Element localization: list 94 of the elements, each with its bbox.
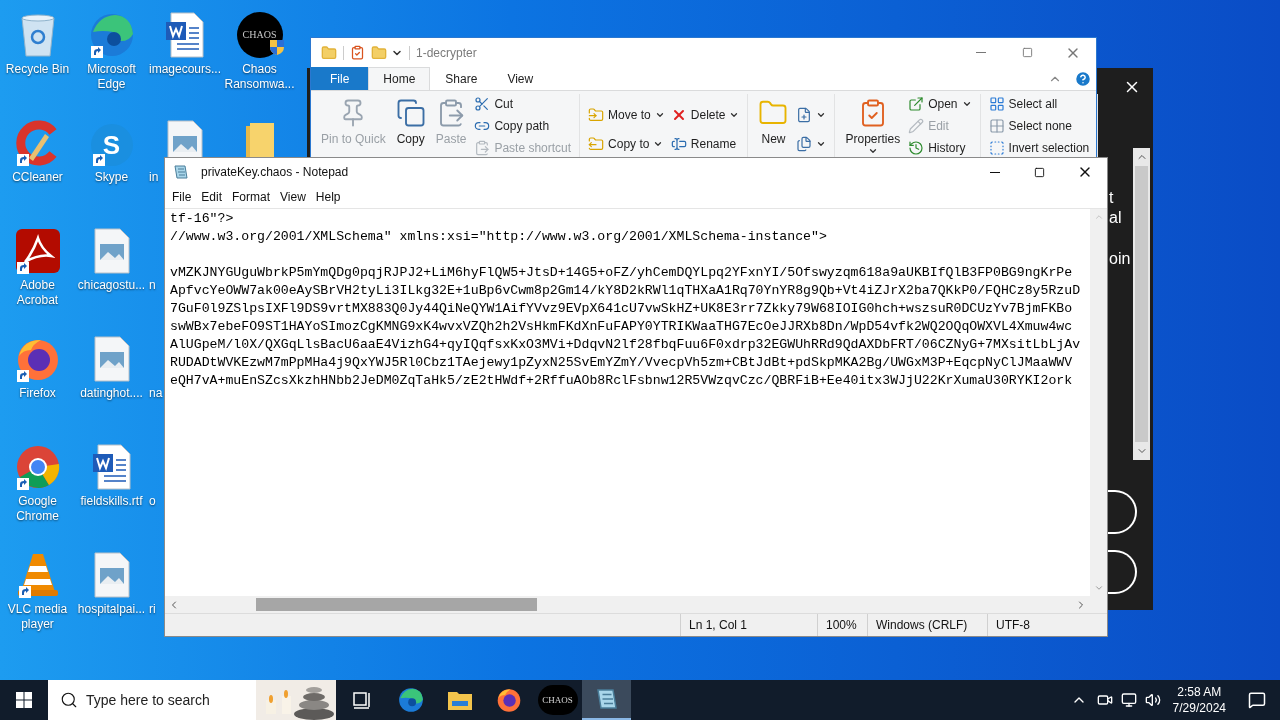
menu-item[interactable]: Format xyxy=(227,188,276,206)
folder-arrow-icon xyxy=(588,107,605,123)
logo-letter: S xyxy=(102,132,121,158)
ribbon-button[interactable]: New xyxy=(754,94,793,146)
copy-icon xyxy=(395,98,426,128)
chrome-logo-icon xyxy=(14,444,61,490)
menu-item[interactable]: View xyxy=(275,188,311,206)
network-icon[interactable] xyxy=(1120,692,1137,708)
firefox-logo-icon xyxy=(495,687,522,713)
document-plus-icon xyxy=(796,107,813,123)
ribbon-button[interactable]: Copy path xyxy=(472,116,552,136)
documents-icon xyxy=(796,136,813,152)
ribbon-button[interactable]: Delete xyxy=(668,105,742,125)
text-line: eQH7vA+muEnSZcsXkzhHNbb2JeDM0ZqTaHk5/zE2tHWdf+2RffuAOb8RclFsbnw12R5VWzqvCzc/QBRFiB+Ee40itx3WJjU22KrXumaU30RYKI2ork xyxy=(170,372,1073,390)
ribbon-tab[interactable]: Share xyxy=(430,67,493,90)
ribbon-tab[interactable]: Home xyxy=(368,67,431,90)
maximize-icon xyxy=(1034,166,1045,178)
horizontal-scrollbar[interactable] xyxy=(165,596,1107,613)
word-document-icon xyxy=(91,444,132,490)
text-line: AlUGpeM/l0X/QXGqLlsBacU6aaE4VizhG4+qyIQqfsxKxO3MVi+DdqvN2lf28fbqFuu6F0xdrp32EGWUhRRd9QdAXDbFRT/06CZNyG+7MXsitLbLjAv xyxy=(170,336,1081,354)
ribbon-tab[interactable]: View xyxy=(492,67,549,90)
shield-icon xyxy=(268,38,285,56)
scrollbar-thumb[interactable] xyxy=(256,598,537,611)
search-bar[interactable]: Type here to search xyxy=(48,680,336,720)
ribbon-button[interactable]: Copy xyxy=(391,94,430,146)
maximize-icon xyxy=(1021,47,1033,58)
text-line: //www.w3.org/2001/XMLSchema" xmlns:xsi="http://www.w3.org/2001/XMLSchema-instance"> xyxy=(170,228,827,246)
video-camera-icon[interactable] xyxy=(1096,692,1113,708)
text-line: RUDADtWVKEzwM7mPpMHa4j9QxYWJ5Rl0Cbz1TAejewy1pZyxN25SvEmYZmY/VvecpVh5zm+CBtJdBt+pdSkpMKA2Bg/UWGxM3P+EqcpNyClJMaaWWV xyxy=(170,354,1073,372)
edge-logo-icon xyxy=(88,12,135,58)
status-text: UTF-8 xyxy=(987,614,1087,636)
desktop-icon-label[interactable]: Chaos Ransomwa... xyxy=(222,62,297,92)
clock-time[interactable]: 2:58 AM xyxy=(1177,684,1222,700)
ribbon-button[interactable]: Properties xyxy=(841,94,905,156)
ribbon-button[interactable]: Select none xyxy=(986,116,1074,136)
window-title: 1-decrypter xyxy=(416,44,477,62)
open-icon xyxy=(908,96,925,112)
search-field[interactable]: Type here to search xyxy=(86,689,246,711)
text-line: tf-16"?> xyxy=(170,210,234,228)
minimize-icon xyxy=(976,52,986,53)
image-file-icon xyxy=(92,228,131,274)
taskbar-app-button[interactable]: CHAOS xyxy=(533,680,582,720)
notepad-icon xyxy=(173,164,189,180)
windows-logo-icon xyxy=(16,692,32,708)
status-text: 100% xyxy=(817,614,867,636)
help-icon[interactable] xyxy=(1074,69,1092,88)
taskbar-app-button[interactable] xyxy=(582,680,631,720)
text-fragment: al xyxy=(1109,208,1123,228)
image-file-icon xyxy=(92,336,131,382)
task-view-icon xyxy=(351,691,372,709)
clock-date[interactable]: 7/29/2024 xyxy=(1172,700,1226,716)
status-text: Windows (CRLF) xyxy=(867,614,987,636)
history-icon xyxy=(908,140,925,156)
menu-item[interactable]: Edit xyxy=(196,188,228,206)
ribbon-button[interactable]: Copy to xyxy=(586,134,666,154)
clipboard-icon xyxy=(474,140,491,156)
ribbon-button[interactable]: Cut xyxy=(472,94,516,114)
ribbon-button[interactable]: Open xyxy=(906,94,974,114)
ribbon-button[interactable]: Rename xyxy=(668,134,739,154)
scissors-icon xyxy=(474,96,491,112)
rename-icon xyxy=(670,136,687,152)
ribbon-button[interactable]: History xyxy=(906,138,968,158)
notepad-icon xyxy=(594,687,619,711)
grid-icon xyxy=(988,96,1005,112)
logo-text: CHAOS xyxy=(542,695,573,705)
ribbon-button[interactable]: Select all xyxy=(986,94,1060,114)
text-fragment: t xyxy=(1109,188,1115,208)
image-file-icon xyxy=(92,552,131,598)
menu-item[interactable]: Help xyxy=(310,188,346,206)
volume-icon[interactable] xyxy=(1144,692,1161,708)
edge-logo-icon xyxy=(397,687,424,713)
grid-outline-icon xyxy=(988,118,1005,134)
window-title: privateKey.chaos - Notepad xyxy=(201,164,349,181)
search-icon xyxy=(60,691,78,709)
menu-item[interactable]: File xyxy=(167,188,197,206)
notification-icon[interactable] xyxy=(1248,691,1266,709)
text-line: swWBx7ebeFO9ST1HAYoSImozCgKMNG9xK4wvxVZQh2h2VsHkmFKdXnFuFAPY0YTRIKWaaTHG7EcOeJJRXb8Dn/WpD54vfk2WQ2OQqOWXVL4Xmuw4wc xyxy=(170,318,1073,336)
logo-text: CHAOS xyxy=(242,30,277,40)
text-line: vMZKJNYGUguWbrkP5mYmQDg0pqjRJPJ2+LiM6hyFlQW5+JtsD+14G5+oFZ/yhCemDQYLpq2YFxnYI/5Ofswyzqm618a9aUKBIfQlB3FP0BG9ngKrPe xyxy=(170,264,1073,282)
acrobat-logo-icon xyxy=(14,228,61,274)
text-line: 7GuF0l9ZSlpsIXFl9DS9vrtMX883Q0Jy44QiNeQYW1AifYVvz9EVpX641cU7vwSkHZ+UK8E3rr7Zkky79W68IOIG0hch+wszsuR0DCUzYv7BjmFKBo xyxy=(170,300,1073,318)
invert-selection-icon xyxy=(988,140,1005,156)
file-menu-tab[interactable]: File xyxy=(311,67,369,90)
status-text: Ln 1, Col 1 xyxy=(680,614,817,636)
folder-arrow-icon xyxy=(588,136,605,152)
word-document-icon xyxy=(165,12,205,58)
text-fragment: oin xyxy=(1109,249,1132,269)
minimize-icon xyxy=(989,171,1000,173)
ribbon-button[interactable]: Move to xyxy=(586,105,667,125)
checklist-icon[interactable] xyxy=(350,45,365,60)
ribbon-button[interactable]: Invert selection xyxy=(986,138,1092,158)
folder-icon xyxy=(446,689,473,711)
text-line: ApfvcYeOWW7ak00eAySBrVH2tyLi3ILkg32E+1uBp6vCwm8p2Gm14/kY8D2kRWl1qTHXaA1Rq70YnYR8g9Qb+Vt4iZJrX2ba7QKkP0/FQHCz8y5RzuD xyxy=(170,282,1081,300)
pencil-icon xyxy=(908,118,925,134)
